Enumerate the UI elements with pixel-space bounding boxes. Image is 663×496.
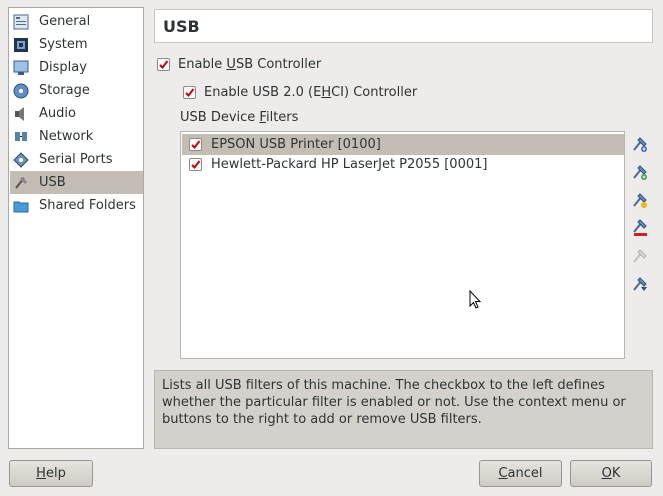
cancel-button[interactable]: Cancel: [479, 460, 562, 487]
display-icon: [13, 60, 29, 76]
move-filter-down-button[interactable]: [630, 276, 650, 296]
sidebar-item-general[interactable]: General: [10, 10, 143, 33]
sidebar-item-label: Network: [39, 129, 94, 144]
general-icon: [13, 14, 29, 30]
usb-device-filters-label: USB Device Filters: [180, 110, 299, 125]
system-icon: [13, 37, 29, 53]
sidebar-item-display[interactable]: Display: [10, 56, 143, 79]
add-filter-from-device-icon: [631, 163, 649, 185]
network-icon: [13, 129, 29, 145]
sidebar-item-label: Shared Folders: [39, 198, 136, 213]
add-empty-filter-button[interactable]: [630, 136, 650, 156]
edit-filter-icon: [631, 191, 649, 213]
sidebar-item-storage[interactable]: Storage: [10, 79, 143, 102]
filter-row[interactable]: Hewlett-Packard HP LaserJet P2055 [0001]: [182, 154, 624, 175]
enable-usb-controller-label: Enable USB Controller: [178, 57, 322, 72]
page-title: USB: [163, 16, 200, 36]
sidebar-item-label: Display: [39, 60, 87, 75]
sidebar-item-audio[interactable]: Audio: [10, 102, 143, 125]
filter-name: Hewlett-Packard HP LaserJet P2055 [0001]: [211, 157, 488, 172]
usb-filter-list[interactable]: EPSON USB Printer [0100] Hewlett-Packard…: [180, 131, 625, 359]
sidebar-item-usb[interactable]: USB: [10, 171, 143, 194]
help-button[interactable]: Help: [9, 460, 93, 487]
settings-sidebar: General System Display Storage Audio Net…: [8, 7, 144, 449]
sidebar-item-system[interactable]: System: [10, 33, 143, 56]
sidebar-item-shared-folders[interactable]: Shared Folders: [10, 194, 143, 217]
remove-filter-button[interactable]: [630, 219, 650, 241]
filter-row[interactable]: EPSON USB Printer [0100]: [182, 134, 624, 155]
sidebar-item-label: Storage: [39, 83, 90, 98]
move-filter-up-button[interactable]: [630, 248, 650, 268]
description-panel: Lists all USB filters of this machine. T…: [154, 370, 653, 449]
usb-icon: [13, 175, 29, 191]
add-filter-from-device-button[interactable]: [630, 164, 650, 184]
enable-usb2-controller-checkbox[interactable]: Enable USB 2.0 (EHCI) Controller: [183, 85, 417, 100]
mouse-cursor: [469, 289, 482, 314]
filter-enabled-checkbox[interactable]: [189, 138, 202, 151]
remove-filter-icon: [631, 219, 649, 241]
help-button-label: Help: [36, 466, 66, 481]
filter-name: EPSON USB Printer [0100]: [211, 137, 381, 152]
shared-folders-icon: [13, 198, 29, 214]
sidebar-item-label: USB: [39, 175, 66, 190]
settings-window: General System Display Storage Audio Net…: [0, 0, 663, 496]
ok-button[interactable]: OK: [570, 460, 652, 487]
sidebar-item-label: Audio: [39, 106, 76, 121]
storage-icon: [13, 83, 29, 99]
cancel-button-label: Cancel: [498, 466, 543, 481]
filter-enabled-checkbox[interactable]: [189, 158, 202, 171]
move-filter-down-icon: [631, 275, 649, 297]
audio-icon: [13, 106, 29, 122]
page-title-box: USB: [154, 9, 653, 43]
sidebar-item-serial-ports[interactable]: Serial Ports: [10, 148, 143, 171]
sidebar-item-network[interactable]: Network: [10, 125, 143, 148]
serial-ports-icon: [13, 151, 29, 168]
sidebar-item-label: General: [39, 14, 91, 29]
checkbox-box[interactable]: [183, 86, 196, 99]
ok-button-label: OK: [601, 466, 621, 481]
sidebar-item-label: Serial Ports: [39, 152, 113, 167]
checkbox-box[interactable]: [157, 58, 170, 71]
move-filter-up-icon: [631, 247, 649, 269]
enable-usb2-controller-label: Enable USB 2.0 (EHCI) Controller: [204, 85, 418, 100]
add-empty-filter-icon: [631, 135, 649, 157]
enable-usb-controller-checkbox[interactable]: Enable USB Controller: [157, 57, 321, 72]
sidebar-item-label: System: [39, 37, 88, 52]
edit-filter-button[interactable]: [630, 192, 650, 212]
